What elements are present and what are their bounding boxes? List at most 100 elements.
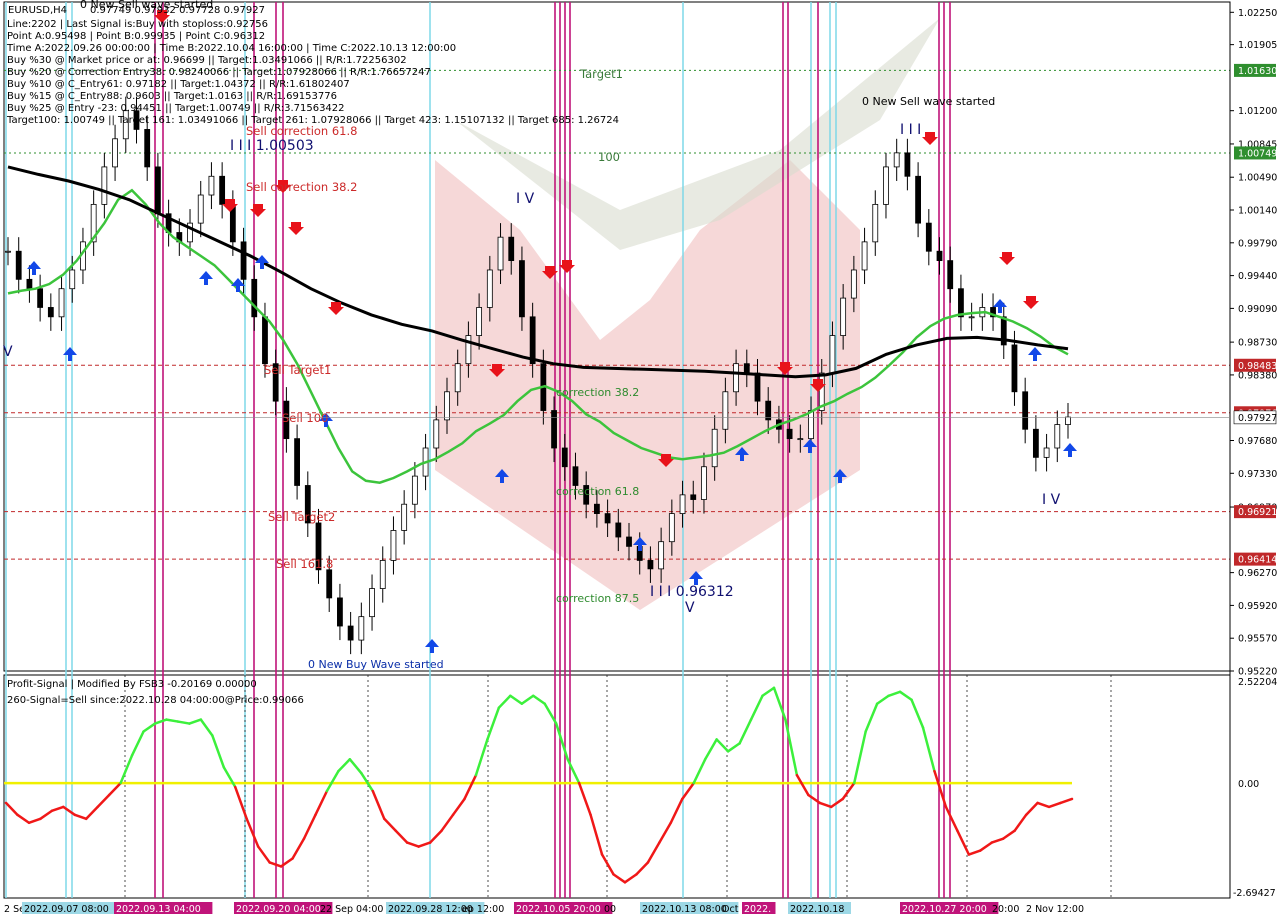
candle-body (604, 513, 611, 524)
candle-body (743, 363, 750, 374)
candle-body (219, 175, 226, 205)
correction-875-label: correction 87.5 (556, 592, 639, 605)
candle-body (154, 166, 161, 215)
candle-body (326, 569, 333, 599)
candle-body (1011, 344, 1018, 393)
candle-body (690, 494, 697, 500)
candle-body (251, 278, 258, 318)
correction-382-label: correction 38.2 (556, 386, 639, 399)
price-tick-label: 1.01200 (1238, 106, 1277, 117)
price-tick-label: 0.97330 (1238, 469, 1277, 480)
candle-body (840, 297, 847, 336)
candle-body (658, 541, 665, 570)
price-tick-label: 0.95220 (1238, 667, 1277, 678)
info-line: Buy %15 @ C_Entry88: 0.9603 || Target:1.… (7, 91, 337, 102)
candle-body (1054, 424, 1061, 449)
info-line: Line:2202 | Last Signal is:Buy with stop… (7, 19, 268, 30)
price-level-tag-label: 0.96414 (1238, 555, 1277, 566)
wave-iv-label-2: I V (1042, 492, 1061, 508)
indicator-axis-bottom: -2.69427 (1233, 888, 1276, 899)
price-tick-label: 0.95570 (1238, 634, 1277, 645)
candle-body (476, 307, 483, 336)
candle-body (925, 222, 932, 252)
indicator-title: Profit-Signal | Modified By FSB3 -0.2016… (7, 679, 257, 690)
price-tick-label: 1.00140 (1238, 206, 1277, 217)
candle-body (444, 391, 450, 421)
candle-body (850, 269, 857, 299)
correction-618-label: correction 61.8 (556, 485, 639, 498)
candle-body (519, 260, 525, 318)
price-tick-label: 1.01905 (1238, 40, 1277, 51)
candle-body (390, 530, 397, 561)
sell-target2-label: Sell Target2 (268, 510, 335, 524)
price-level-tag-label: 0.96921 (1238, 507, 1277, 518)
time-axis: 2 Sep2022.09.07 08:00 2022.09.13 04:00 202… (4, 902, 1084, 915)
time-label: 2022.09.13 04:00 (116, 904, 201, 915)
sell-1618-label: Sell 161.8 (276, 557, 333, 571)
candle-body (47, 307, 54, 318)
candle-body (1032, 428, 1039, 458)
candle-body (786, 428, 793, 440)
info-line: Time A:2022.09.26 00:00:00 | Time B:2022… (6, 43, 456, 54)
candle-body (572, 466, 579, 486)
info-line: Buy %30 @ Market price or at: 0.96699 ||… (7, 55, 407, 66)
candle-body (144, 129, 151, 168)
point-b-label: I I I 1.00503 (230, 138, 314, 154)
new-buy-wave-label: 0 New Buy Wave started (308, 658, 444, 671)
level-100-label: 100 (598, 150, 620, 164)
candle-body (401, 503, 408, 531)
candle-body (615, 522, 622, 538)
price-tick-label: 1.02250 (1238, 8, 1277, 19)
sell-target1-label: Sell Target1 (264, 363, 331, 377)
candle-body (26, 278, 33, 290)
candle-body (915, 175, 922, 224)
candle-body (733, 363, 739, 393)
wave-iii-label-2: I I I (900, 122, 921, 138)
time-label: 2022.10.18 (790, 904, 844, 915)
candle-body (294, 438, 300, 486)
time-label: 2 Nov 12:00 (1026, 904, 1084, 915)
target1-label: Target1 (579, 67, 623, 81)
candle-body (454, 363, 461, 393)
candle-body (58, 288, 65, 318)
candle-body (411, 475, 418, 505)
candle-body (358, 616, 365, 641)
info-line: Buy %20 @ Correction Entry38: 0.98240066… (7, 67, 431, 78)
candle-body (551, 410, 557, 449)
info-line: Buy %10 @ C_Entry61: 0.97182 || Target:1… (7, 79, 350, 90)
price-tick-label: 0.98730 (1238, 338, 1277, 349)
time-label: ep 12:00 (462, 904, 504, 915)
price-tick-label: 0.98380 (1238, 370, 1277, 381)
price-tick-label: 0.95920 (1238, 601, 1277, 612)
time-label: 2022.10.05 20:00 (516, 904, 601, 915)
indicator-pane (3, 674, 1231, 899)
time-label: 22 Sep 04:00 (320, 904, 383, 915)
price-tick-label: 0.99090 (1238, 304, 1277, 315)
candle-body (262, 316, 268, 365)
info-line: Point A:0.95498 | Point B:0.99935 | Poin… (7, 31, 265, 42)
wave-iv-label-1: I V (516, 191, 535, 207)
candle-body (722, 391, 729, 430)
price-level-tag-label: 1.01630 (1238, 66, 1277, 77)
wave-v-label-1: V (3, 344, 13, 360)
info-line: Buy %25 @ Entry -23: 0.94451 || Target:1… (7, 103, 345, 114)
candle-body (112, 138, 118, 168)
candle-body (893, 152, 900, 168)
time-label: 2022.10.13 08:00 (642, 904, 727, 915)
time-label: 2022.10.27 20:00 (902, 904, 987, 915)
indicator-axis-zero: 0.00 (1238, 779, 1259, 790)
price-tick-label: 1.00490 (1238, 173, 1277, 184)
time-label: 2022. (744, 904, 771, 915)
point-c-label: I I I 0.96312 (650, 584, 734, 600)
price-level-tag-label: 1.00749 (1238, 148, 1277, 159)
price-tick-label: 0.99790 (1238, 238, 1277, 249)
price-tick-label: 0.96270 (1238, 568, 1277, 579)
candle-body (486, 269, 493, 308)
time-label: 2022.09.20 04:00 (236, 904, 321, 915)
candle-body (679, 494, 686, 514)
time-label: 2022.09.07 08:00 (24, 904, 109, 915)
time-label: 20:00 (992, 904, 1019, 915)
candle-body (861, 241, 868, 271)
candle-body (1065, 416, 1071, 425)
time-label: 00 (604, 904, 616, 915)
